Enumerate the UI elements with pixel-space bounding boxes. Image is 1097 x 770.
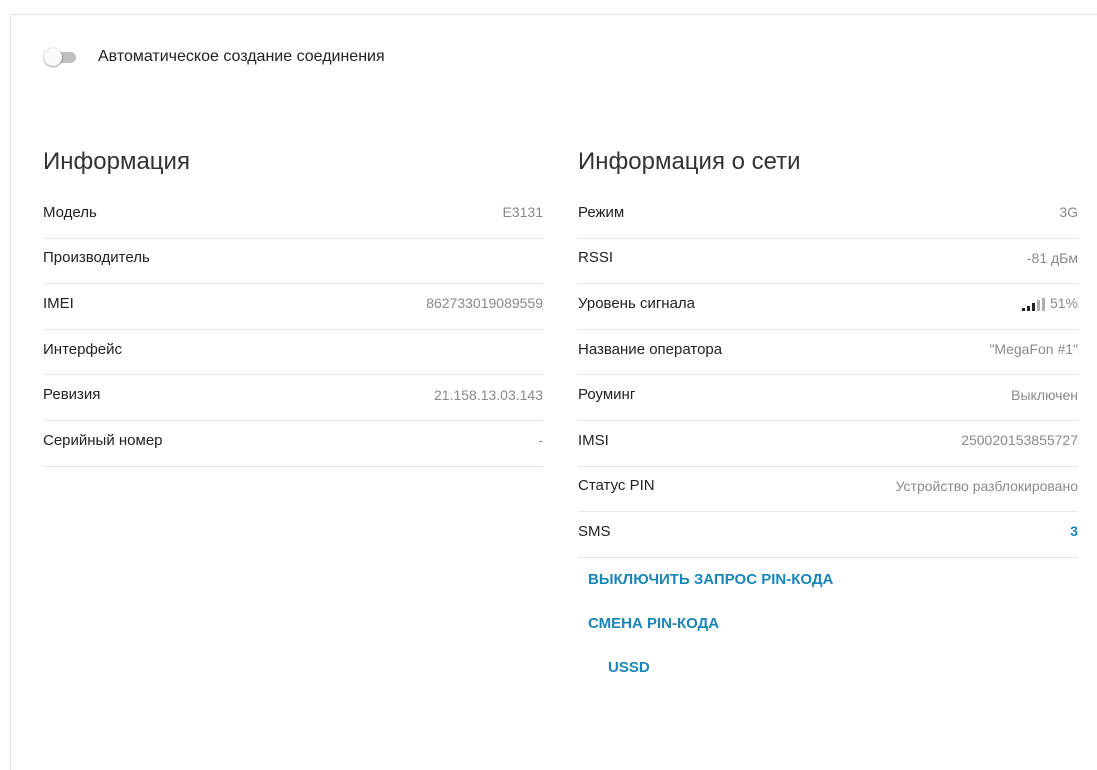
info-list: Модель E3131 Производитель IMEI 86273301… [43,193,543,467]
network-row-mode: Режим 3G [578,193,1078,239]
info-row-serial: Серийный номер - [43,421,543,467]
row-key: IMEI [43,294,74,312]
network-row-imsi: IMSI 250020153855727 [578,421,1078,467]
row-key: Производитель [43,249,150,267]
row-key: RSSI [578,249,614,267]
row-value: 21.158.13.03.143 [434,386,543,403]
info-row-interface: Интерфейс [43,330,543,376]
network-row-rssi: RSSI -81 дБм [578,239,1078,285]
row-value: Устройство разблокировано [895,477,1078,494]
row-value: 3G [1059,204,1078,221]
network-section: Информация о сети Режим 3G RSSI -81 дБм … [578,147,1078,698]
row-key: IMSI [578,431,609,449]
row-key: Уровень сигнала [578,294,696,312]
network-row-pin-status: Статус PIN Устройство разблокировано [578,467,1078,513]
sms-count-link[interactable]: 3 [1070,523,1078,539]
info-row-manufacturer: Производитель [43,239,543,285]
network-row-operator: Название оператора "MegaFon #1" [578,330,1078,376]
auto-connect-toggle[interactable] [44,47,78,67]
signal-strength-icon [1021,298,1045,312]
row-value: 862733019089559 [426,295,543,312]
signal-bar [1026,306,1030,312]
toggle-knob [44,48,62,66]
row-key: Серийный номер [43,431,163,449]
row-key: Интерфейс [43,340,123,358]
network-row-signal: Уровень сигнала 51% [578,284,1078,330]
network-row-roaming: Роуминг Выключен [578,375,1078,421]
row-key: SMS [578,522,611,540]
network-row-sms: SMS 3 [578,512,1078,558]
info-row-revision: Ревизия 21.158.13.03.143 [43,375,543,421]
signal-percent: 51% [1049,295,1078,312]
auto-connect-label: Автоматическое создание соединения [98,48,385,65]
signal-bar [1021,308,1025,312]
disable-pin-request-button[interactable]: ВЫКЛЮЧИТЬ ЗАПРОС PIN-КОДА [588,566,1078,610]
row-value: E3131 [502,204,543,221]
row-value: 250020153855727 [961,432,1078,449]
signal-value: 51% [1021,295,1078,312]
info-title: Информация [43,148,190,175]
row-key: Название оператора [578,340,723,358]
signal-bar [1031,303,1035,312]
row-key: Роуминг [578,386,636,404]
auto-connect-row: Автоматическое создание соединения [44,45,385,69]
row-value: Выключен [1011,386,1078,403]
signal-bar [1036,300,1040,312]
network-title: Информация о сети [578,148,801,175]
signal-bar [1041,298,1045,312]
row-value: -81 дБм [1026,249,1078,266]
pin-actions: ВЫКЛЮЧИТЬ ЗАПРОС PIN-КОДА СМЕНА PIN-КОДА… [578,566,1078,698]
row-value: "MegaFon #1" [989,341,1078,358]
row-key: Модель [43,203,97,221]
row-value: - [538,432,543,449]
ussd-button[interactable]: USSD [608,654,1078,698]
change-pin-button[interactable]: СМЕНА PIN-КОДА [588,610,1078,654]
row-key: Ревизия [43,386,101,404]
info-row-model: Модель E3131 [43,193,543,239]
info-section: Информация Модель E3131 Производитель IM… [43,147,543,467]
row-key: Режим [578,203,625,221]
network-list: Режим 3G RSSI -81 дБм Уровень сигнала 51… [578,193,1078,558]
info-row-imei: IMEI 862733019089559 [43,284,543,330]
row-key: Статус PIN [578,477,655,495]
settings-panel: Автоматическое создание соединения Инфор… [10,14,1097,770]
